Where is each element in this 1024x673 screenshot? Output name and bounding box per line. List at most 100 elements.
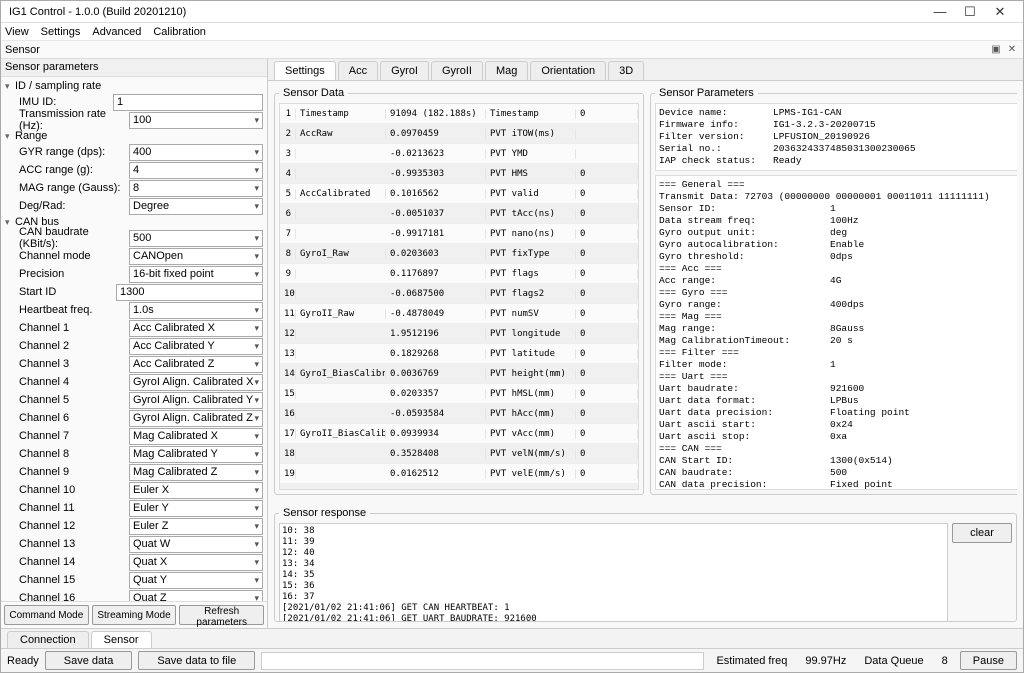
channel-7-select[interactable]: Mag Calibrated X bbox=[129, 428, 263, 445]
streaming-mode-button[interactable]: Streaming Mode bbox=[92, 605, 177, 625]
tab-3d[interactable]: 3D bbox=[608, 61, 644, 80]
minimize-icon[interactable]: — bbox=[925, 4, 955, 19]
table-row[interactable]: 8GyroI_Raw0.0203603PVT fixType0 bbox=[280, 244, 638, 264]
channel-8-label: Channel 8 bbox=[19, 448, 129, 460]
tab-mag[interactable]: Mag bbox=[485, 61, 528, 80]
response-log[interactable]: 10: 38 11: 39 12: 40 13: 34 14: 35 15: 3… bbox=[279, 523, 948, 622]
panels: Sensor Data 1Timestamp91094 (182.188s)Ti… bbox=[268, 81, 1023, 507]
table-row[interactable]: 1Timestamp91094 (182.188s)Timestamp0 bbox=[280, 104, 638, 124]
gyr-range-select[interactable]: 400 bbox=[129, 144, 263, 161]
table-row[interactable]: 4-0.9935303PVT HMS0 bbox=[280, 164, 638, 184]
channel-14-select[interactable]: Quat X bbox=[129, 554, 263, 571]
collapse-icon[interactable]: ▾ bbox=[5, 217, 15, 228]
tab-acc[interactable]: Acc bbox=[338, 61, 378, 80]
maximize-icon[interactable]: ☐ bbox=[955, 4, 985, 20]
clear-button[interactable]: clear bbox=[952, 523, 1012, 543]
can-baud-select[interactable]: 500 bbox=[129, 230, 263, 247]
pause-button[interactable]: Pause bbox=[960, 651, 1017, 670]
status-ready: Ready bbox=[7, 655, 39, 667]
channel-8-select[interactable]: Mag Calibrated Y bbox=[129, 446, 263, 463]
response-title: Sensor response bbox=[279, 507, 370, 519]
tab-connection[interactable]: Connection bbox=[7, 631, 89, 648]
channel-3-select[interactable]: Acc Calibrated Z bbox=[129, 356, 263, 373]
acc-range-select[interactable]: 4 bbox=[129, 162, 263, 179]
close-panel-icon[interactable]: ✕ bbox=[1005, 44, 1019, 55]
command-mode-button[interactable]: Command Mode bbox=[4, 605, 89, 625]
precision-label: Precision bbox=[19, 268, 129, 280]
channel-9-label: Channel 9 bbox=[19, 466, 129, 478]
collapse-icon[interactable]: ▾ bbox=[5, 81, 15, 92]
maximize-panel-icon[interactable]: ▣ bbox=[989, 44, 1003, 55]
close-icon[interactable]: ✕ bbox=[985, 4, 1015, 20]
table-row[interactable]: 5AccCalibrated0.1016562PVT valid0 bbox=[280, 184, 638, 204]
tab-gyro1[interactable]: GyroI bbox=[380, 61, 429, 80]
menu-advanced[interactable]: Advanced bbox=[92, 26, 141, 38]
table-row[interactable]: 180.3528408PVT velN(mm/s)0 bbox=[280, 444, 638, 464]
menu-settings[interactable]: Settings bbox=[41, 26, 81, 38]
sensor-data-table[interactable]: 1Timestamp91094 (182.188s)Timestamp02Acc… bbox=[279, 103, 639, 490]
table-row[interactable]: 14GyroI_BiasCalibrated0.0036769PVT heigh… bbox=[280, 364, 638, 384]
channel-mode-select[interactable]: CANOpen bbox=[129, 248, 263, 265]
channel-13-select[interactable]: Quat W bbox=[129, 536, 263, 553]
group-id-sampling[interactable]: ▾ID / sampling rate bbox=[5, 79, 263, 93]
status-input[interactable] bbox=[261, 652, 704, 670]
channel-mode-label: Channel mode bbox=[19, 250, 129, 262]
table-row[interactable]: 6-0.0051037PVT tAcc(ns)0 bbox=[280, 204, 638, 224]
bottom-tabs: Connection Sensor bbox=[1, 628, 1023, 648]
tab-sensor[interactable]: Sensor bbox=[91, 631, 152, 648]
channel-4-label: Channel 4 bbox=[19, 376, 129, 388]
statusbar: Ready Save data Save data to file Estima… bbox=[1, 648, 1023, 672]
left-scroll[interactable]: ▾ID / sampling rate IMU ID: Transmission… bbox=[1, 77, 267, 601]
collapse-icon[interactable]: ▾ bbox=[5, 131, 15, 142]
channel-5-select[interactable]: GyroI Align. Calibrated Y bbox=[129, 392, 263, 409]
degrad-select[interactable]: Degree bbox=[129, 198, 263, 215]
start-id-input[interactable] bbox=[116, 284, 263, 301]
sensor-data-panel: Sensor Data 1Timestamp91094 (182.188s)Ti… bbox=[274, 87, 644, 495]
tab-settings[interactable]: Settings bbox=[274, 61, 336, 80]
channel-12-label: Channel 12 bbox=[19, 520, 129, 532]
table-row[interactable]: 17GyroII_BiasCalibrated0.0939934PVT vAcc… bbox=[280, 424, 638, 444]
mag-range-select[interactable]: 8 bbox=[129, 180, 263, 197]
channel-12-select[interactable]: Euler Z bbox=[129, 518, 263, 535]
table-row[interactable]: 90.1176897PVT flags0 bbox=[280, 264, 638, 284]
table-row[interactable]: 16-0.0593584PVT hAcc(mm)0 bbox=[280, 404, 638, 424]
channel-16-select[interactable]: Quat Z bbox=[129, 590, 263, 602]
imu-id-input[interactable] bbox=[113, 94, 263, 111]
channel-6-select[interactable]: GyroI Align. Calibrated Z bbox=[129, 410, 263, 427]
table-row[interactable]: 7-0.9917181PVT nano(ns)0 bbox=[280, 224, 638, 244]
save-data-button[interactable]: Save data bbox=[45, 651, 133, 670]
table-row[interactable]: 150.0203357PVT hMSL(mm)0 bbox=[280, 384, 638, 404]
trans-rate-select[interactable]: 100 bbox=[129, 112, 263, 129]
tab-gyro2[interactable]: GyroII bbox=[431, 61, 483, 80]
channel-13-label: Channel 13 bbox=[19, 538, 129, 550]
main-tabs: Settings Acc GyroI GyroII Mag Orientatio… bbox=[268, 59, 1023, 81]
tab-orientation[interactable]: Orientation bbox=[530, 61, 606, 80]
table-row[interactable]: 121.9512196PVT longitude0 bbox=[280, 324, 638, 344]
table-row[interactable]: 190.0162512PVT velE(mm/s)0 bbox=[280, 464, 638, 484]
save-data-file-button[interactable]: Save data to file bbox=[138, 651, 255, 670]
channel-10-select[interactable]: Euler X bbox=[129, 482, 263, 499]
menu-view[interactable]: View bbox=[5, 26, 29, 38]
left-header: Sensor parameters bbox=[1, 59, 267, 77]
channel-6-label: Channel 6 bbox=[19, 412, 129, 424]
channel-9-select[interactable]: Mag Calibrated Z bbox=[129, 464, 263, 481]
table-row[interactable]: 11GyroII_Raw-0.4878049PVT numSV0 bbox=[280, 304, 638, 324]
params-body-text[interactable]: === General === Transmit Data: 72703 (00… bbox=[655, 175, 1017, 490]
group-range[interactable]: ▾Range bbox=[5, 129, 263, 143]
precision-select[interactable]: 16-bit fixed point bbox=[129, 266, 263, 283]
table-row[interactable]: 2AccRaw0.0970459PVT iTOW(ms) bbox=[280, 124, 638, 144]
refresh-params-button[interactable]: Refresh parameters bbox=[179, 605, 264, 625]
params-header-text[interactable]: Device name: LPMS-IG1-CAN Firmware info:… bbox=[655, 103, 1017, 171]
channel-2-select[interactable]: Acc Calibrated Y bbox=[129, 338, 263, 355]
heartbeat-select[interactable]: 1.0s bbox=[129, 302, 263, 319]
table-row[interactable]: 130.1829268PVT latitude0 bbox=[280, 344, 638, 364]
table-row[interactable]: 10-0.0687500PVT flags20 bbox=[280, 284, 638, 304]
channel-1-select[interactable]: Acc Calibrated X bbox=[129, 320, 263, 337]
channel-11-select[interactable]: Euler Y bbox=[129, 500, 263, 517]
mag-range-label: MAG range (Gauss): bbox=[19, 182, 129, 194]
channel-15-select[interactable]: Quat Y bbox=[129, 572, 263, 589]
table-row[interactable]: 20GyroI_AlignmentCalibra…0.0047930PVT ve… bbox=[280, 484, 638, 490]
table-row[interactable]: 3-0.0213623PVT YMD bbox=[280, 144, 638, 164]
menu-calibration[interactable]: Calibration bbox=[153, 26, 206, 38]
channel-4-select[interactable]: GyroI Align. Calibrated X bbox=[129, 374, 263, 391]
